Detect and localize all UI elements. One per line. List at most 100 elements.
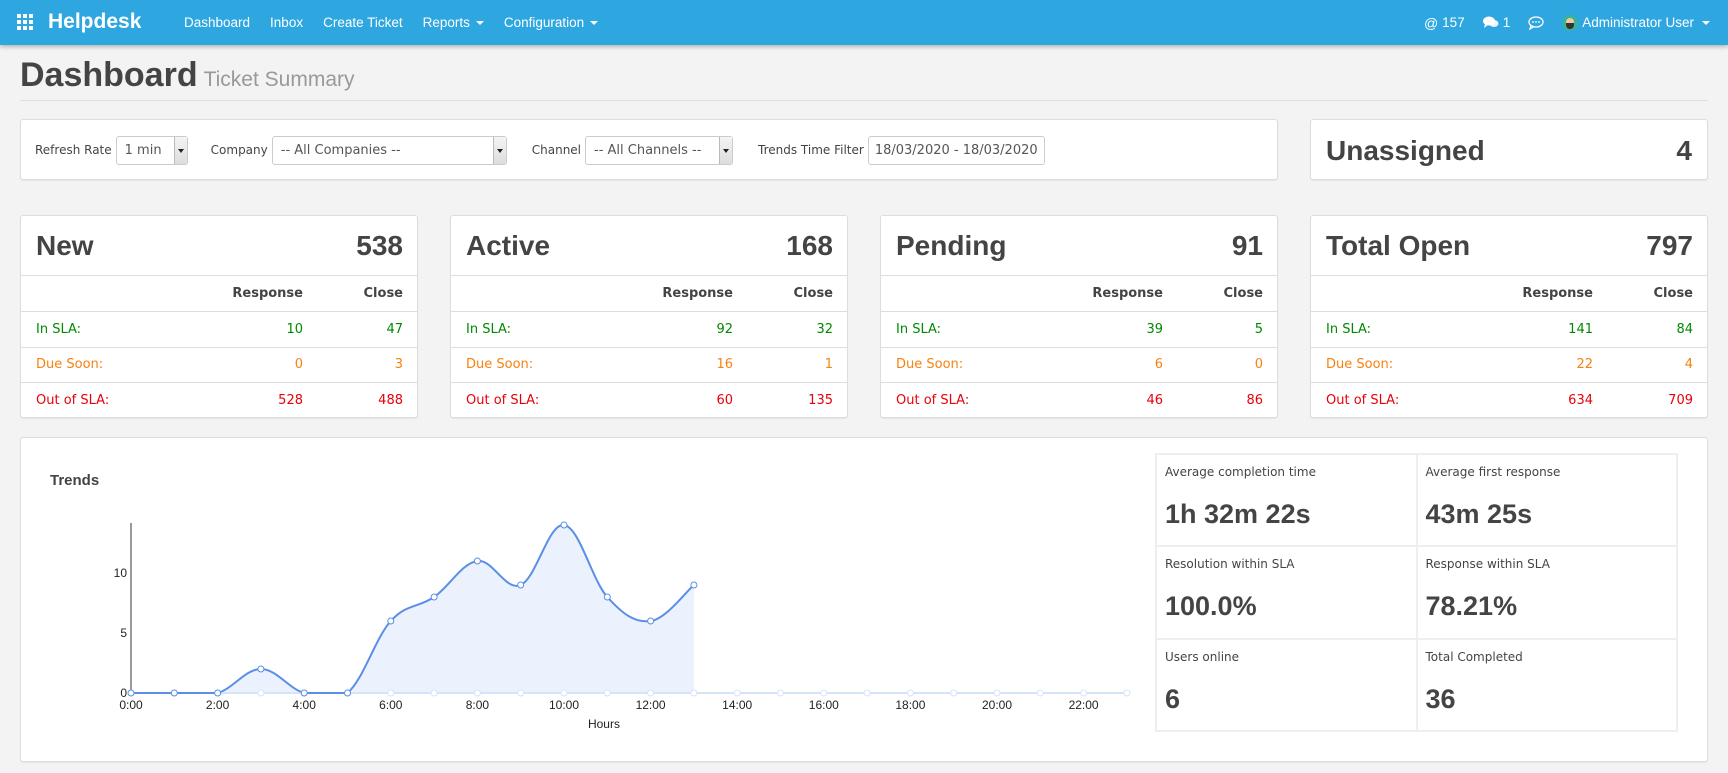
data-point [127,689,135,697]
x-tick-label: 18:00 [895,698,925,712]
sla-response-value: 528 [278,393,303,408]
apps-grid-icon[interactable] [17,14,35,30]
stat-value: 36 [1425,683,1456,714]
user-avatar [1562,14,1579,31]
baseline-point [777,689,784,697]
sla-close-value: 32 [747,311,847,348]
sla-close-value: 3 [317,347,417,383]
data-point [344,689,351,697]
sla-close-value: 4 [1607,347,1707,383]
data-point [690,581,698,589]
user-menu[interactable]: Administrator User [1562,14,1710,31]
refresh-rate-select[interactable]: 1 min [115,135,188,165]
x-tick-label: 8:00 [466,698,490,712]
dropdown-arrow-icon [719,136,733,164]
y-tick-label: 5 [120,626,127,640]
x-tick-label: 14:00 [722,698,752,712]
sla-table-header: Response Close [21,276,417,312]
stat-avg-first-response: Average first response 43m 25s [1416,454,1677,547]
status-card-total-open[interactable]: Total Open 797 Response Close In SLA: 141 84 Du… [1310,215,1708,418]
baseline-point [1036,689,1044,697]
card-count: 797 [1646,229,1693,261]
baseline-point [647,689,655,697]
sla-response-value: 92 [637,311,747,348]
sla-row[interactable]: Out of SLA: 60 135 [451,383,847,419]
sla-row[interactable]: Due Soon: 22 4 [1311,347,1707,383]
status-card-active[interactable]: Active 168 Response Close In SLA: 92 32 Due Soo… [450,215,848,418]
nav-configuration-dropdown[interactable]: Configuration [503,15,599,30]
dropdown-arrow-icon [492,136,506,164]
sla-row-label: Out of SLA: [36,393,110,408]
card-header: New 538 [21,216,417,276]
unassigned-label: Unassigned [1326,134,1485,166]
page-title: Dashboard Ticket Summary [20,56,355,95]
stat-avg-completion: Average completion time 1h 32m 22s [1156,454,1417,547]
y-tick-label: 10 [114,566,128,580]
baseline-point [863,689,871,697]
stat-label: Users online [1165,649,1240,664]
card-title: New [36,229,94,261]
card-title: Active [466,229,551,261]
sla-close-value: 0 [1177,347,1277,383]
baseline-point [560,689,568,697]
nav-configuration-label: Configuration [503,15,585,30]
channel-select[interactable]: -- All Channels -- [585,135,734,165]
sla-response-value: 60 [716,393,733,408]
response-header: Response [1067,276,1177,312]
unassigned-count: 4 [1676,134,1692,166]
sla-row-label: Out of SLA: [1326,393,1400,408]
status-card-pending[interactable]: Pending 91 Response Close In SLA: 39 5 Due Soon… [880,215,1278,418]
sla-response-value: 39 [1067,311,1177,348]
nav-reports-dropdown[interactable]: Reports [423,15,484,30]
sla-row[interactable]: Due Soon: 0 3 [21,347,417,383]
nav-dashboard[interactable]: Dashboard [184,15,250,30]
empty-header [1311,276,1497,312]
company-select[interactable]: -- All Companies -- [271,135,507,165]
sla-table-header: Response Close [881,276,1277,312]
chat-button[interactable] [1528,15,1544,30]
baseline-point [430,689,438,697]
nav-create-ticket[interactable]: Create Ticket [323,15,403,30]
sla-row[interactable]: In SLA: 92 32 [451,311,847,348]
sla-row[interactable]: In SLA: 39 5 [881,311,1277,348]
page-subtitle: Ticket Summary [203,68,355,91]
stats-grid: Average completion time 1h 32m 22s Avera… [1155,453,1678,732]
sla-row[interactable]: In SLA: 141 84 [1311,311,1707,348]
close-header: Close [747,276,847,312]
channel-value: -- All Channels -- [594,142,702,158]
stat-resolution-within-sla: Resolution within SLA 100.0% [1156,546,1417,639]
sla-row[interactable]: Out of SLA: 634 709 [1311,383,1707,419]
status-card-new[interactable]: New 538 Response Close In SLA: 10 47 Due Soon: 0… [20,215,418,418]
chat-bubble-icon [1528,15,1544,30]
sla-row-label: In SLA: [451,311,637,348]
baseline-point [820,689,828,697]
sla-close-value: 488 [378,393,403,408]
baseline-point [993,689,1001,697]
sla-close-value: 84 [1607,311,1707,348]
stat-label: Resolution within SLA [1165,557,1295,572]
sla-row[interactable]: Out of SLA: 528 488 [21,383,417,419]
brand-logo[interactable]: Helpdesk [48,10,141,34]
trends-date-range-input[interactable]: 18/03/2020 - 18/03/2020 [867,135,1045,165]
stat-response-within-sla: Response within SLA 78.21% [1416,546,1677,639]
sla-row[interactable]: Due Soon: 16 1 [451,347,847,383]
sla-close-value: 1 [747,347,847,383]
data-point [257,665,265,673]
mentions-button[interactable]: @ 157 [1424,15,1465,31]
sla-row[interactable]: Due Soon: 6 0 [881,347,1277,383]
unassigned-box[interactable]: Unassigned 4 [1310,119,1708,180]
refresh-rate-label: Refresh Rate [35,143,112,157]
messages-button[interactable]: 1 [1482,15,1510,30]
data-point [473,557,481,565]
stat-value: 1h 32m 22s [1165,499,1311,529]
nav-inbox[interactable]: Inbox [270,15,303,30]
baseline-point [603,689,611,697]
sla-row[interactable]: Out of SLA: 46 86 [881,383,1277,419]
sla-row-label: Out of SLA: [896,393,970,408]
x-tick-label: 0:00 [119,698,143,712]
baseline-point [1080,689,1088,697]
data-point [300,689,308,697]
baseline-point [950,689,958,697]
sla-row[interactable]: In SLA: 10 47 [21,311,417,348]
sla-row-label: Due Soon: [21,347,207,383]
